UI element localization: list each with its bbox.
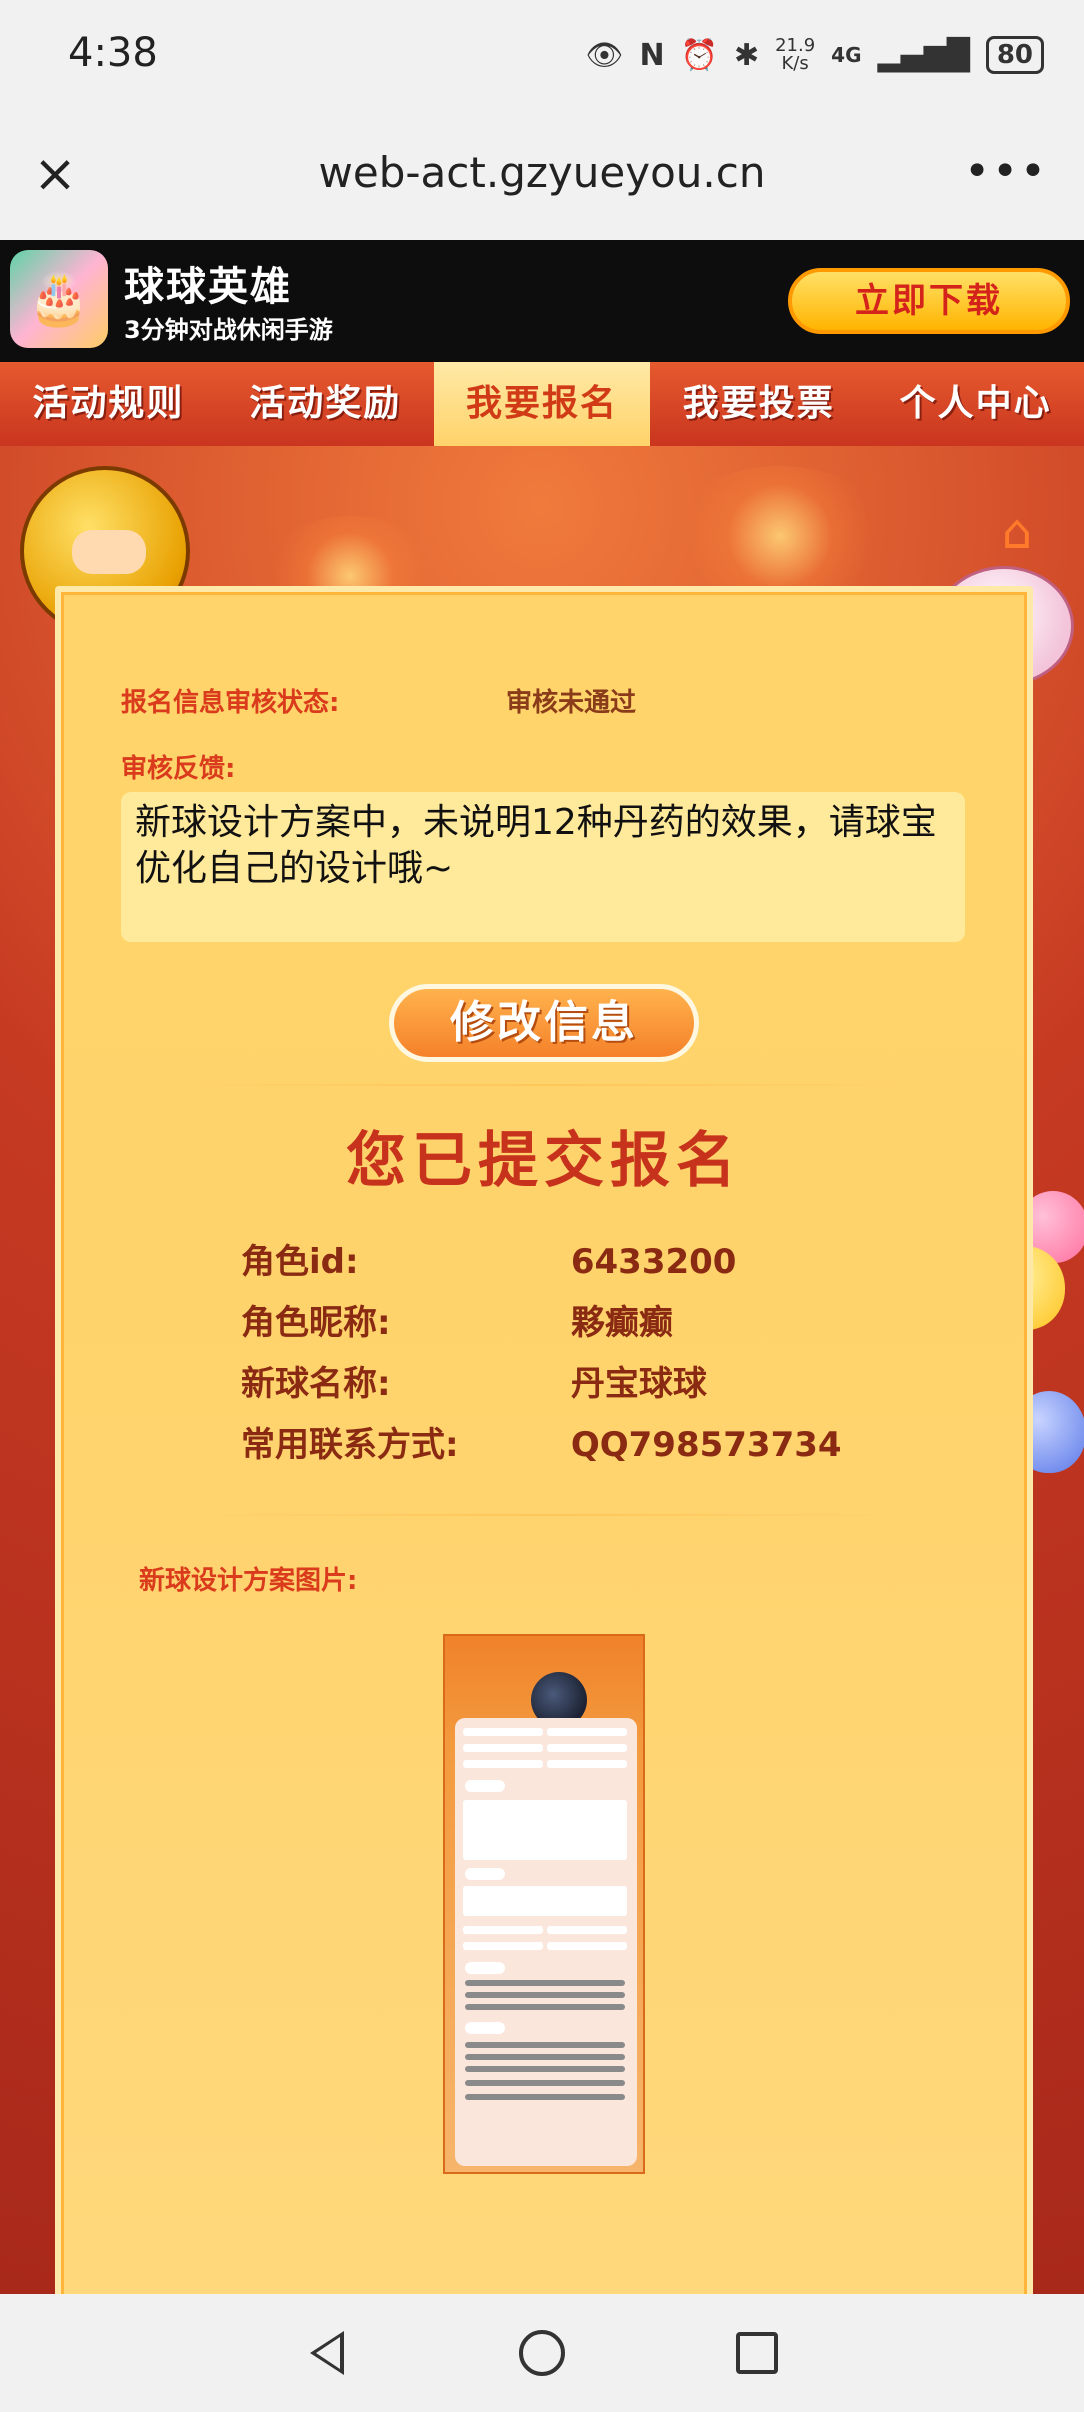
info-row-nickname: 角色昵称: 夥癫癫 — [241, 1295, 673, 1344]
recent-apps-button[interactable] — [727, 2323, 787, 2383]
info-row-role-id: 角色id: 6433200 — [241, 1234, 736, 1283]
info-row-contact: 常用联系方式: QQ798573734 — [241, 1417, 842, 1466]
game-banner: 🎂 球球英雄 3分钟对战休闲手游 立即下载 — [0, 240, 1084, 362]
review-status-row: 报名信息审核状态: 审核未通过 — [121, 682, 636, 719]
info-label: 角色昵称: — [241, 1303, 391, 1343]
divider — [151, 1084, 941, 1086]
tab-vote[interactable]: 我要投票 — [650, 362, 867, 446]
back-icon — [310, 2331, 345, 2375]
feedback-text: 新球设计方案中，未说明12种丹药的效果，请球宝优化自己的设计哦~ — [121, 792, 965, 942]
firework-decoration — [670, 466, 890, 606]
net-speed: 21.9 K/s — [775, 37, 815, 73]
more-menu-button[interactable]: ••• — [964, 146, 1048, 197]
bluetooth-icon: ✱ — [733, 37, 760, 73]
modify-info-button[interactable]: 修改信息 — [389, 984, 699, 1062]
tab-rewards[interactable]: 活动奖励 — [217, 362, 434, 446]
alarm-icon: ⏰ — [680, 37, 718, 73]
feedback-label: 审核反馈: — [121, 754, 236, 784]
info-label: 角色id: — [241, 1242, 359, 1282]
review-status-label: 报名信息审核状态: — [121, 688, 340, 718]
status-icons: 👁 N ⏰ ✱ 21.9 K/s 4G ▂▄▆█ 80 — [585, 30, 1044, 80]
status-bar: 4:38 👁 N ⏰ ✱ 21.9 K/s 4G ▂▄▆█ 80 — [0, 0, 1084, 110]
design-image-thumbnail[interactable] — [443, 1634, 645, 2174]
info-value: 6433200 — [570, 1242, 737, 1282]
design-image-label: 新球设计方案图片: — [139, 1566, 358, 1596]
download-button[interactable]: 立即下载 — [788, 268, 1070, 334]
registration-panel: 报名信息审核状态: 审核未通过 审核反馈: 新球设计方案中，未说明12种丹药的效… — [55, 586, 1033, 2306]
info-value: 夥癫癫 — [570, 1303, 673, 1343]
eye-icon: 👁 — [585, 37, 624, 73]
tab-register[interactable]: 我要报名 — [433, 362, 651, 446]
info-row-ball-name: 新球名称: 丹宝球球 — [241, 1356, 707, 1405]
home-icon[interactable]: ⌂ — [992, 508, 1042, 558]
design-image-card — [455, 1718, 637, 2166]
battery-indicator: 80 — [985, 36, 1044, 74]
nfc-icon: N — [639, 37, 665, 73]
home-button[interactable] — [512, 2323, 572, 2383]
nav-tabs: 活动规则 活动奖励 我要报名 我要投票 个人中心 — [0, 362, 1084, 446]
game-name: 球球英雄 — [124, 264, 292, 310]
divider — [151, 1514, 941, 1516]
game-logo: 🎂 — [10, 250, 108, 348]
back-button[interactable] — [297, 2323, 357, 2383]
signal-icon: ▂▄▆█ — [877, 37, 970, 73]
url-text[interactable]: web-act.gzyueyou.cn — [0, 148, 1084, 197]
info-value: 丹宝球球 — [570, 1364, 707, 1404]
recent-apps-icon — [735, 2332, 778, 2374]
browser-bar: × web-act.gzyueyou.cn ••• — [0, 110, 1084, 240]
design-image-header — [459, 1644, 633, 1728]
home-circle-icon — [518, 2330, 565, 2376]
system-navigation-bar — [0, 2294, 1084, 2412]
network-type: 4G — [831, 43, 862, 67]
info-label: 常用联系方式: — [241, 1425, 459, 1465]
info-value: QQ798573734 — [570, 1425, 842, 1465]
tab-personal-center[interactable]: 个人中心 — [867, 362, 1084, 446]
submitted-title: 您已提交报名 — [346, 1126, 742, 1196]
status-time: 4:38 — [68, 30, 158, 76]
info-label: 新球名称: — [241, 1364, 391, 1404]
game-slogan: 3分钟对战休闲手游 — [124, 316, 333, 344]
review-status-value: 审核未通过 — [506, 688, 637, 718]
net-speed-unit: K/s — [781, 53, 809, 74]
tab-rules[interactable]: 活动规则 — [0, 362, 217, 446]
